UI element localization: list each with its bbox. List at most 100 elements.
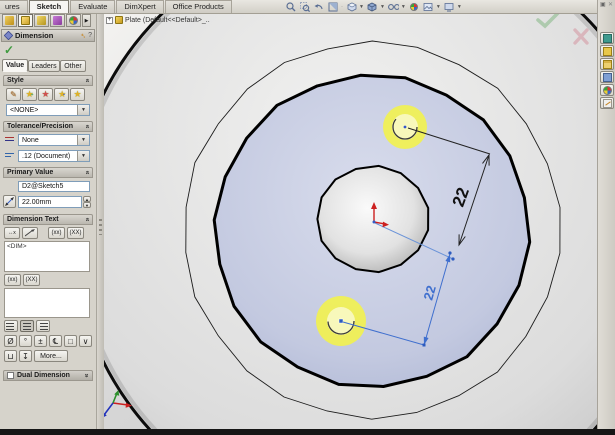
delete-favorite-button[interactable]: ★ [38,88,53,101]
tab-office-products[interactable]: Office Products [165,0,232,13]
dimension-value-field[interactable]: 22.00mm [18,196,82,208]
display-style-dropdown-icon[interactable]: ▼ [380,4,385,10]
save-favorite-button[interactable]: ★▪ [54,88,69,101]
paren-lower-button[interactable]: (xx) [48,227,65,239]
dual-dimension-checkbox[interactable] [7,372,14,379]
more-symbols-button[interactable]: More... [34,350,68,362]
part-name[interactable]: Plate (Default<<Default>_.. [125,17,210,24]
displaymanager-tab[interactable] [66,14,81,27]
task-pane-close-icon[interactable]: ✕ [608,1,613,8]
diameter-symbol-button[interactable]: Ø [4,335,17,347]
justify-center-button[interactable] [20,320,34,332]
check-symbol-button[interactable]: ∨ [79,335,92,347]
configurationmanager-tab[interactable] [34,14,49,27]
ok-button[interactable]: ✓ [4,43,14,57]
view-palette-icon[interactable] [600,71,614,83]
design-library-icon[interactable] [600,45,614,57]
file-explorer-icon[interactable] [600,58,614,70]
graphics-viewport[interactable]: 22 22 [103,13,597,429]
view-orientation-dropdown-icon[interactable]: ▼ [359,4,364,10]
dropdown-arrow-icon[interactable]: ▼ [77,135,89,145]
solidworks-resources-icon[interactable] [600,32,614,44]
view-settings-icon[interactable] [444,2,455,12]
symbol-row: Ø ° ± ℄ □ ∨ [4,335,92,347]
zoom-to-area-icon[interactable] [299,2,310,12]
panel-splitter[interactable] [96,14,104,429]
display-style-icon[interactable] [367,2,378,12]
tab-dimxpert[interactable]: DimXpert [116,0,163,13]
help-icon[interactable]: ? [88,32,92,39]
leader-style-button[interactable] [22,227,38,239]
text-position-button[interactable]: ↔x [4,227,20,239]
tab-evaluate[interactable]: Evaluate [70,0,115,13]
construction-endpoint[interactable] [451,257,454,260]
dimension-name-value: D2@Sketch5 [22,183,63,190]
featuremanager-tab[interactable] [2,14,17,27]
view-settings-dropdown-icon[interactable]: ▼ [457,4,462,10]
tolerance-group-header[interactable]: Tolerance/Precision « [3,121,93,132]
feature-tree-flyout[interactable]: + Plate (Default<<Default>_.. [106,16,210,24]
style-dropdown[interactable]: <NONE> ▼ [6,104,90,116]
hide-show-items-icon[interactable] [388,2,399,12]
collapse-icon[interactable]: « [84,218,91,222]
dimension-value-icon [3,195,16,208]
pm-tab-bar: Value Leaders Other [2,59,86,72]
counterbore-symbol-button[interactable]: ⊔ [4,350,17,362]
dimension-text-area[interactable]: <DIM> [4,241,90,272]
pin-icon[interactable]: ➴ [80,32,86,40]
task-pane-pin-icon[interactable]: ▣ [600,1,606,8]
paren-upper-button[interactable]: (XX) [67,227,84,239]
tab-sketch[interactable]: Sketch [29,0,70,13]
style-group-header[interactable]: Style « [3,75,93,86]
centerline-symbol-button[interactable]: ℄ [49,335,62,347]
apply-scene-icon[interactable] [423,2,434,12]
custom-properties-icon[interactable] [600,97,614,109]
dimension-text-group-header[interactable]: Dimension Text « [3,214,93,225]
load-favorite-button[interactable]: ★ [70,88,85,101]
plus-minus-symbol-button[interactable]: ± [34,335,47,347]
view-orientation-icon[interactable] [346,2,357,12]
previous-view-icon[interactable] [313,2,324,12]
center-hole[interactable] [317,166,428,272]
manager-tab-scroll-icon[interactable]: ▶ [82,14,91,27]
dimxpertmanager-tab[interactable] [50,14,65,27]
hole-bottom-left[interactable] [316,296,366,346]
tab-features[interactable]: ures [0,0,28,13]
dropdown-arrow-icon[interactable]: ▼ [77,151,89,161]
add-favorite-button[interactable]: ★+ [22,88,37,101]
dimension-text-area-2[interactable] [4,288,90,318]
tab-value[interactable]: Value [2,59,28,72]
hole-top-right[interactable] [383,105,427,149]
precision-dropdown[interactable]: .12 (Document) ▼ [18,150,90,162]
solidworks-window: 22 22 [0,0,615,435]
propertymanager-tab[interactable] [18,14,33,27]
dual-dimension-header[interactable]: Dual Dimension « [3,370,93,381]
depth-symbol-button[interactable]: ↧ [19,350,32,362]
zoom-to-fit-icon[interactable] [285,2,296,12]
tab-other[interactable]: Other [60,60,86,72]
collapse-icon[interactable]: « [84,171,91,175]
paren-upper-button-2[interactable]: (XX) [23,274,40,286]
square-symbol-button[interactable]: □ [64,335,77,347]
expand-icon[interactable]: « [84,374,91,378]
no-favorite-button[interactable]: ✎ [6,88,21,101]
collapse-icon[interactable]: « [84,79,91,83]
hide-show-dropdown-icon[interactable]: ▼ [401,4,406,10]
degree-symbol-button[interactable]: ° [19,335,32,347]
spinner-down-icon[interactable]: ▼ [83,202,91,208]
section-view-icon[interactable] [327,2,338,12]
tab-leaders[interactable]: Leaders [28,60,60,72]
primary-value-group-header[interactable]: Primary Value « [3,167,93,178]
dimension-name-field[interactable]: D2@Sketch5 [18,181,90,192]
tolerance-type-dropdown[interactable]: None ▼ [18,134,90,146]
appearances-icon[interactable] [600,84,614,96]
justify-left-button[interactable] [4,320,18,332]
dropdown-arrow-icon[interactable]: ▼ [77,105,89,115]
collapse-icon[interactable]: « [84,125,91,129]
tree-expand-icon[interactable]: + [106,17,113,24]
apply-scene-dropdown-icon[interactable]: ▼ [436,4,441,10]
edit-appearance-icon[interactable] [409,2,420,12]
property-manager-panel: ▶ Dimension ➴ ? ✓ Value Leaders Other St… [0,14,96,429]
justify-right-button[interactable] [36,320,50,332]
paren-lower-button-2[interactable]: (xx) [4,274,21,286]
